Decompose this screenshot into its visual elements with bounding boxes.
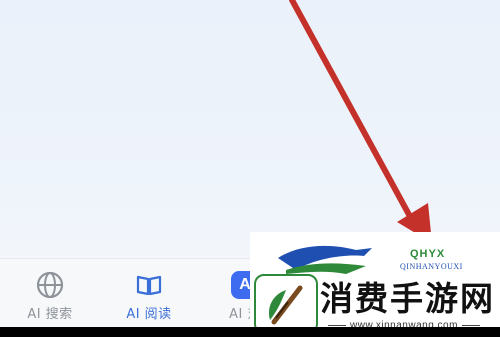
dragon-logo-icon [278,245,372,274]
watermark-brand-sub: QINHANYOUXI [400,262,463,271]
nav-item-label: AI 搜索 [27,307,73,322]
system-bottom-bar [0,327,500,337]
site-watermark: QHYX QINHANYOUXI 消费手游网 www.xinnanwang.co… [250,232,500,337]
watermark-title: 消费手游网 [320,279,495,318]
book-icon [136,275,162,296]
watermark-brand-code: QHYX [410,248,446,260]
nav-item-label: AI 阅读 [126,307,172,322]
globe-icon [36,271,64,299]
watermark-logo-icon [254,274,318,334]
nav-item-ai-reading[interactable]: AI 阅读 [109,271,189,322]
nav-item-ai-search[interactable]: AI 搜索 [10,271,90,322]
